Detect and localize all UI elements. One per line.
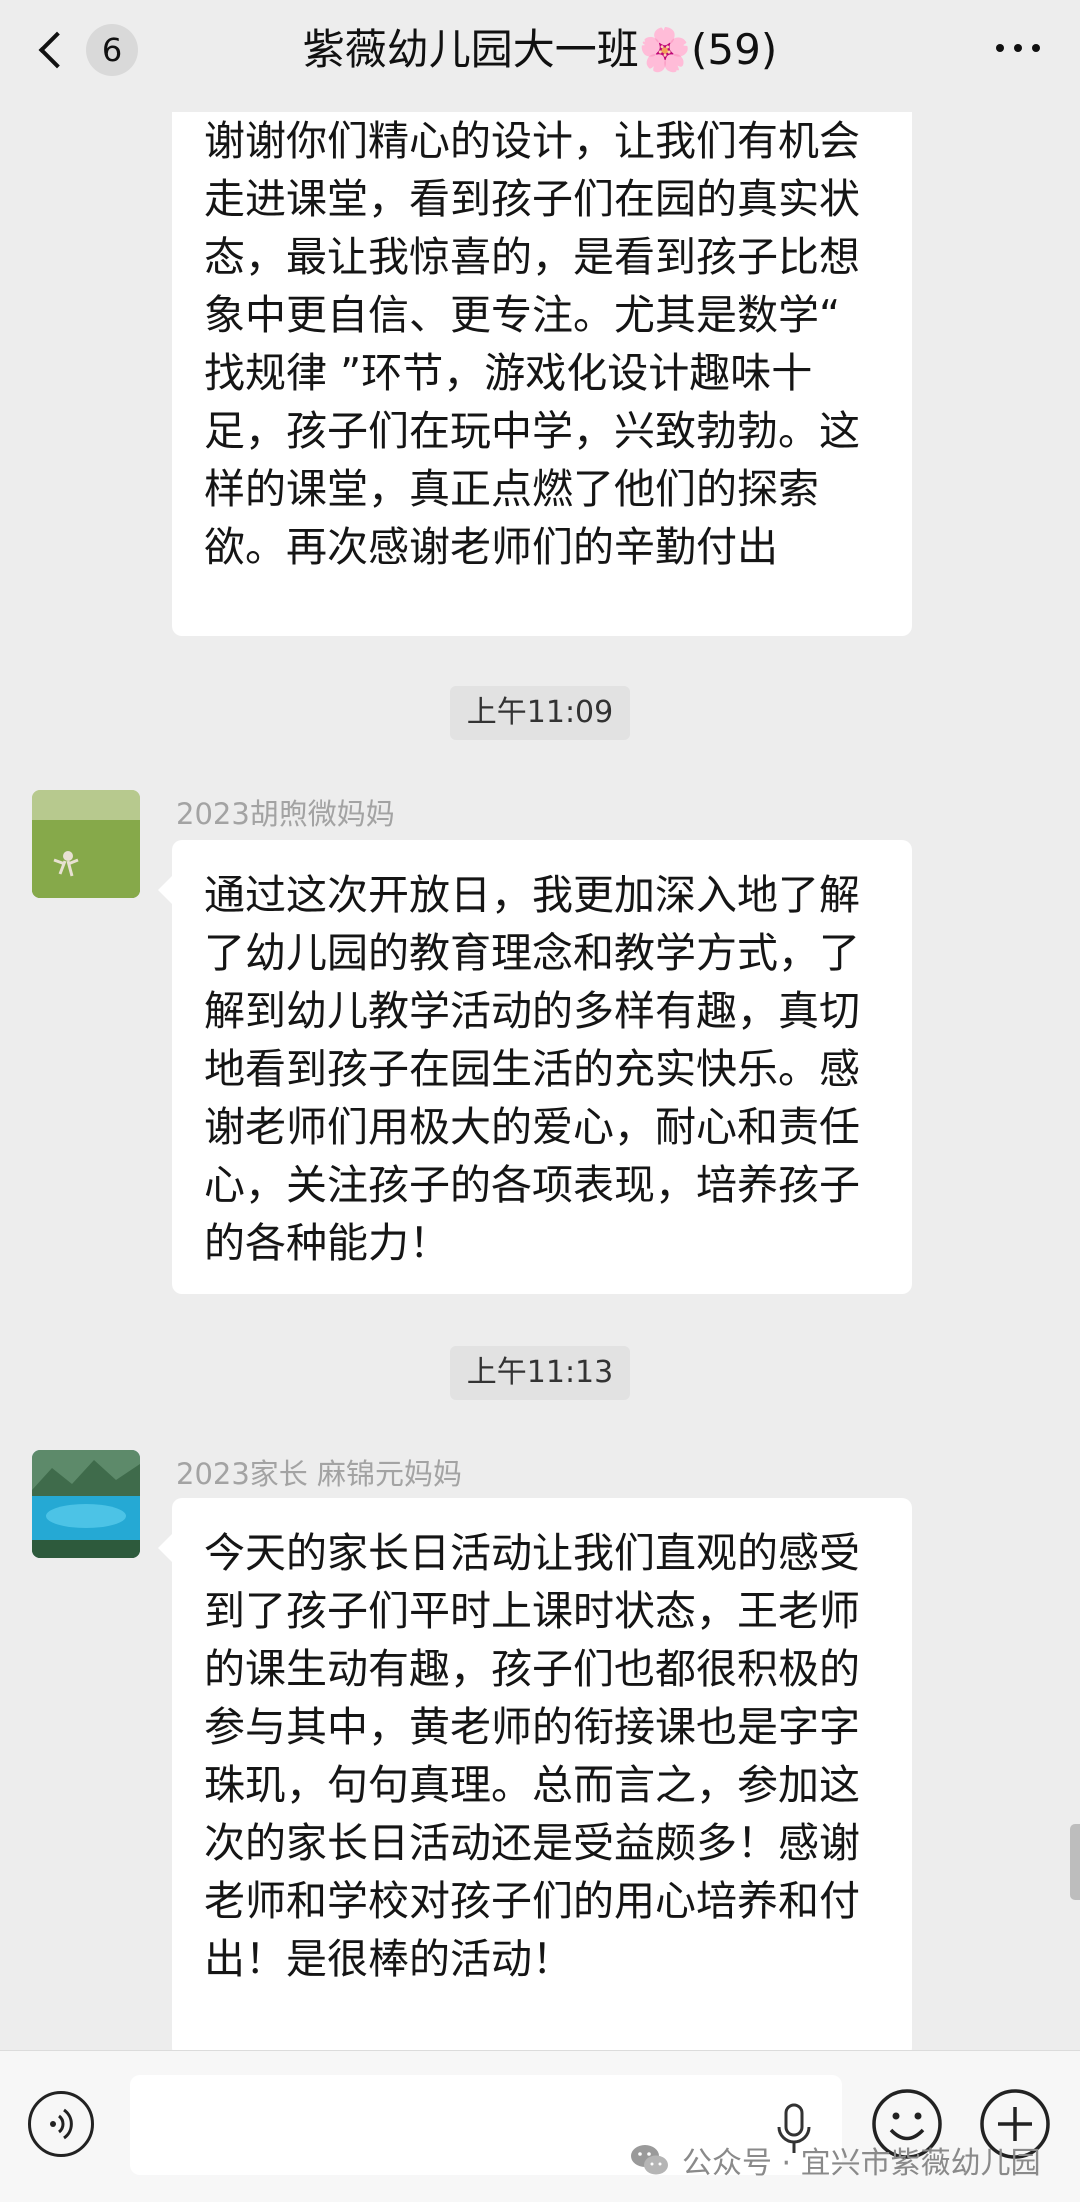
message-timestamp: 上午11:09 — [450, 686, 630, 740]
more-dots-icon — [996, 44, 1004, 52]
avatar-image — [32, 790, 140, 898]
chat-header: 6 紫薇幼儿园大一班🌸(59) — [0, 0, 1080, 112]
avatar-image — [32, 1450, 140, 1558]
more-dot — [1014, 44, 1022, 52]
more-dot — [1032, 44, 1040, 52]
wechat-logo-icon — [631, 2145, 668, 2175]
voice-icon — [50, 2108, 73, 2140]
chat-title: 紫薇幼儿园大一班🌸(59) — [302, 25, 778, 74]
message-bubble[interactable]: 通过这次开放日，我更加深入地了解了幼儿园的教育理念和教学方式，了解到幼儿教学活动… — [158, 840, 912, 1294]
scrollbar-thumb[interactable] — [1070, 1824, 1080, 1900]
message-timestamp: 上午11:13 — [450, 1346, 630, 1400]
sender-name: 2023胡煦微妈妈 — [176, 797, 395, 831]
unread-count-badge: 6 — [86, 24, 138, 76]
more-button[interactable] — [996, 44, 1040, 52]
sender-name: 2023家长 麻锦元妈妈 — [176, 1457, 463, 1491]
avatar[interactable] — [32, 790, 140, 898]
voice-button[interactable] — [28, 2091, 94, 2157]
message-bubble[interactable]: 今天的家长日活动让我们直观的感受到了孩子们平时上课时状态，王老师的课生动有趣，孩… — [158, 1498, 912, 2058]
chevron-left-icon — [38, 31, 76, 69]
back-button[interactable]: 6 — [28, 18, 138, 82]
watermark-text: 公众号 · 宜兴市紫薇幼儿园 — [682, 2146, 1041, 2181]
watermark: 公众号 · 宜兴市紫薇幼儿园 — [628, 2138, 1041, 2182]
avatar[interactable] — [32, 1450, 140, 1558]
message-bubble[interactable]: 谢谢你们精心的设计，让我们有机会走进课堂，看到孩子们在园的真实状态，最让我惊喜的… — [172, 60, 912, 636]
